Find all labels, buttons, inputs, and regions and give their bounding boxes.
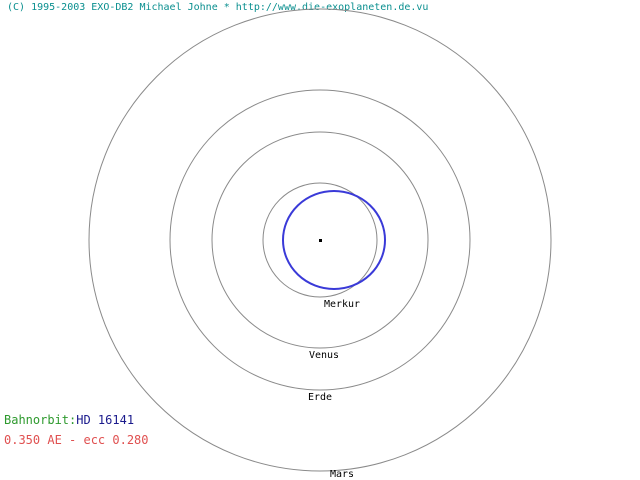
orbit-label-venus: Venus <box>309 350 339 361</box>
star-name: HD 16141 <box>76 413 135 427</box>
orbit-diagram-canvas: Merkur Venus Erde Mars <box>88 8 552 480</box>
exoplanet-orbit <box>282 190 386 290</box>
orbit-diagram: (C) 1995-2003 EXO-DB2 Michael Johne * ht… <box>0 0 640 480</box>
orbit-label-merkur: Merkur <box>324 299 360 310</box>
orbit-parameters: 0.350 AE - ecc 0.280 <box>4 433 149 447</box>
central-star <box>319 239 322 242</box>
orbit-label-mars: Mars <box>330 469 354 480</box>
orbit-info: Bahnorbit:HD 16141 0.350 AE - ecc 0.280 <box>4 410 149 450</box>
bahnorbit-label: Bahnorbit: <box>4 413 77 427</box>
info-line-1: Bahnorbit:HD 16141 <box>4 410 149 430</box>
orbit-label-erde: Erde <box>308 392 332 403</box>
